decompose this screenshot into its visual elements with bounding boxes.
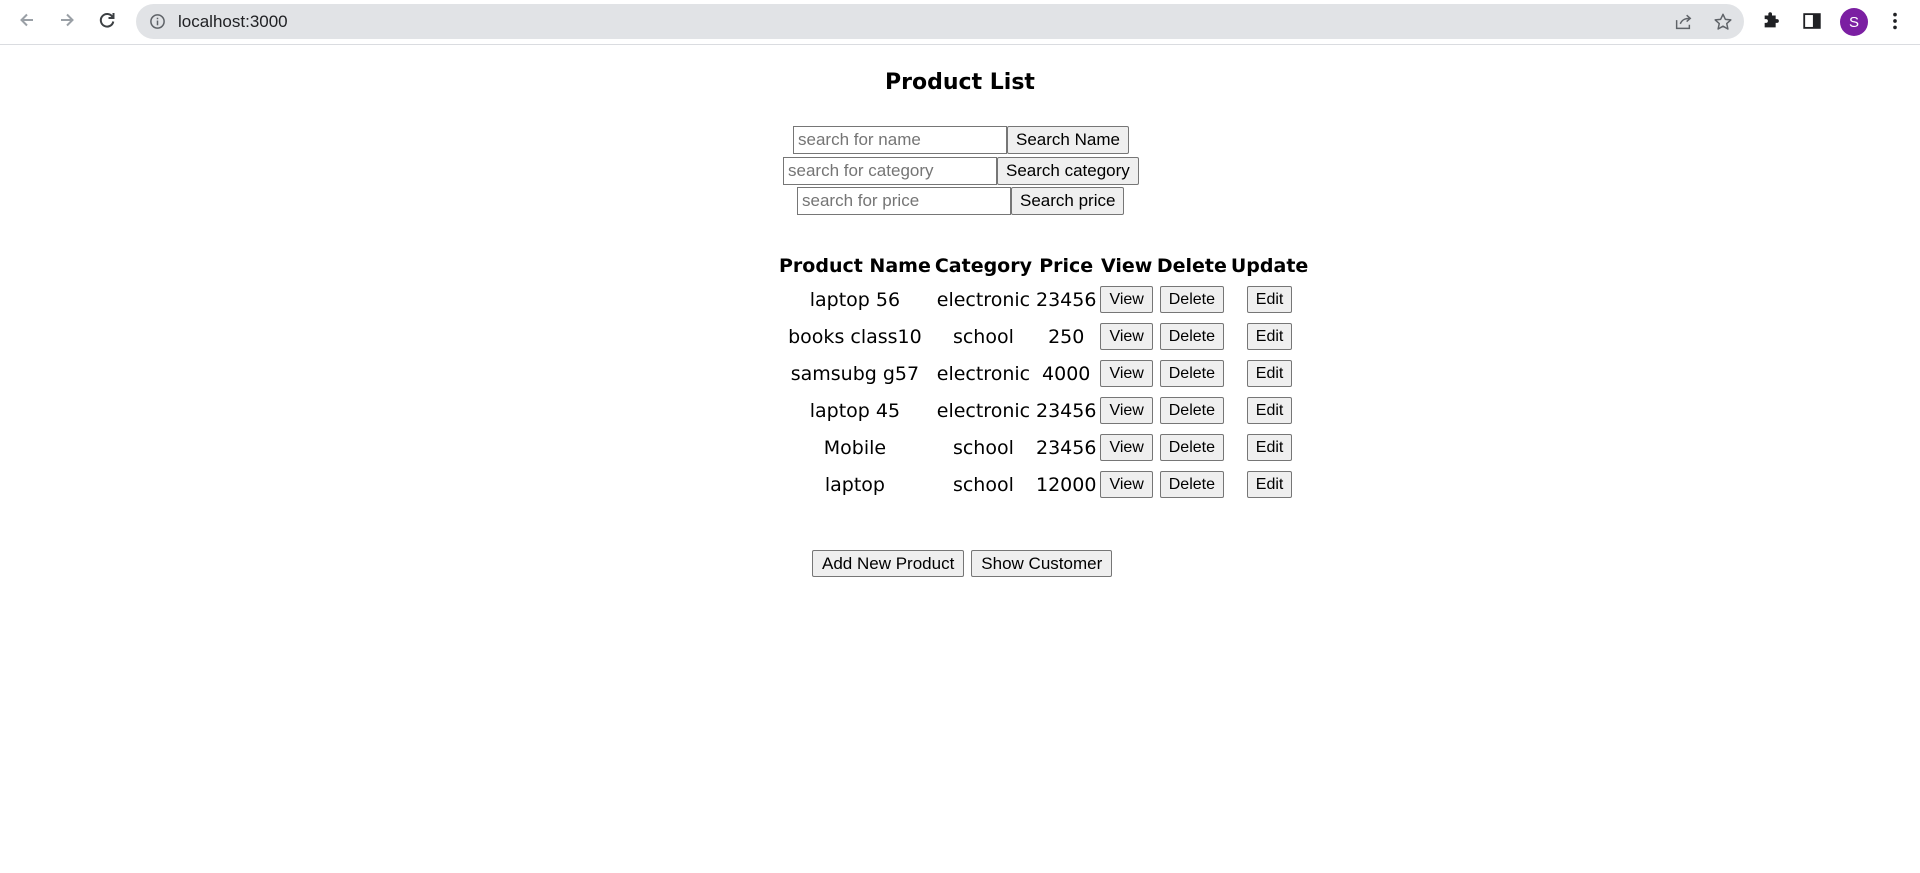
category-cell: electronic — [936, 288, 1031, 311]
view-cell: View — [1099, 319, 1153, 354]
page-title: Product List — [885, 70, 1035, 95]
table-header-row: Product Name Category Price View Delete … — [778, 252, 1309, 280]
search-name-row: Search Name — [793, 126, 1129, 154]
table-row: laptop 45 electronic 23456 View Delete E… — [778, 393, 1309, 428]
product-name-cell: laptop 45 — [809, 399, 901, 422]
column-header-delete: Delete — [1156, 255, 1227, 277]
price-cell: 23456 — [1036, 436, 1097, 459]
delete-cell: Delete — [1156, 319, 1228, 354]
table-row: laptop school 12000 View Delete Edit — [778, 467, 1309, 502]
info-icon[interactable] — [148, 12, 166, 30]
side-panel-icon[interactable] — [1800, 9, 1824, 33]
search-price-button[interactable]: Search price — [1011, 187, 1125, 215]
view-button[interactable]: View — [1100, 397, 1153, 424]
product-name-cell: books class10 — [788, 325, 922, 348]
add-new-product-button[interactable]: Add New Product — [812, 550, 965, 577]
product-name-cell: laptop — [824, 473, 885, 496]
update-cell: Edit — [1230, 319, 1309, 354]
view-cell: View — [1099, 356, 1153, 391]
edit-button[interactable]: Edit — [1246, 360, 1293, 387]
category-cell: school — [952, 325, 1014, 348]
url-text[interactable]: localhost:3000 — [178, 12, 288, 32]
edit-button[interactable]: Edit — [1246, 471, 1293, 498]
view-button[interactable]: View — [1100, 286, 1153, 313]
edit-button[interactable]: Edit — [1246, 286, 1293, 313]
search-category-input[interactable] — [783, 157, 997, 185]
table-row: Mobile school 23456 View Delete Edit — [778, 430, 1309, 465]
edit-button[interactable]: Edit — [1246, 397, 1293, 424]
view-cell: View — [1099, 282, 1153, 317]
delete-button[interactable]: Delete — [1159, 471, 1224, 498]
back-button[interactable] — [12, 7, 42, 37]
avatar-letter: S — [1848, 13, 1859, 31]
delete-button[interactable]: Delete — [1159, 323, 1224, 350]
price-cell: 23456 — [1036, 399, 1097, 422]
price-cell: 12000 — [1036, 473, 1097, 496]
share-icon[interactable] — [1672, 11, 1694, 33]
show-customer-button[interactable]: Show Customer — [971, 550, 1113, 577]
view-cell: View — [1099, 430, 1153, 465]
update-cell: Edit — [1230, 356, 1309, 391]
column-header-product-name: Product Name — [779, 255, 931, 277]
update-cell: Edit — [1230, 282, 1309, 317]
table-row: samsubg g57 electronic 4000 View Delete … — [778, 356, 1309, 391]
delete-cell: Delete — [1156, 282, 1228, 317]
search-name-button[interactable]: Search Name — [1007, 126, 1129, 154]
star-icon[interactable] — [1712, 11, 1734, 33]
arrow-right-icon — [57, 10, 77, 34]
view-button[interactable]: View — [1100, 471, 1153, 498]
product-table: Product Name Category Price View Delete … — [776, 250, 1311, 504]
delete-cell: Delete — [1156, 393, 1228, 428]
search-price-input[interactable] — [797, 187, 1011, 215]
edit-button[interactable]: Edit — [1246, 434, 1293, 461]
search-name-input[interactable] — [793, 126, 1007, 154]
column-header-update: Update — [1230, 255, 1309, 277]
search-category-row: Search category — [783, 157, 1139, 185]
price-cell: 250 — [1048, 325, 1085, 348]
kebab-menu-icon[interactable] — [1883, 9, 1907, 33]
table-row: books class10 school 250 View Delete Edi… — [778, 319, 1309, 354]
price-cell: 4000 — [1042, 362, 1091, 385]
category-cell: school — [952, 473, 1014, 496]
delete-cell: Delete — [1156, 356, 1228, 391]
delete-cell: Delete — [1156, 467, 1228, 502]
update-cell: Edit — [1230, 467, 1309, 502]
update-cell: Edit — [1230, 393, 1309, 428]
view-button[interactable]: View — [1100, 323, 1153, 350]
browser-toolbar: localhost:3000 S — [0, 0, 1920, 45]
price-cell: 23456 — [1036, 288, 1097, 311]
delete-button[interactable]: Delete — [1159, 397, 1224, 424]
page-actions: Add New Product Show Customer — [812, 550, 1113, 577]
product-name-cell: samsubg g57 — [790, 362, 920, 385]
delete-button[interactable]: Delete — [1159, 360, 1224, 387]
column-header-view: View — [1100, 255, 1153, 277]
reload-icon — [97, 10, 117, 34]
category-cell: electronic — [936, 362, 1031, 385]
product-name-cell: Mobile — [823, 436, 887, 459]
delete-button[interactable]: Delete — [1159, 434, 1224, 461]
search-category-button[interactable]: Search category — [997, 157, 1139, 185]
reload-button[interactable] — [92, 7, 122, 37]
table-row: laptop 56 electronic 23456 View Delete E… — [778, 282, 1309, 317]
category-cell: school — [952, 436, 1014, 459]
arrow-left-icon — [17, 10, 37, 34]
edit-button[interactable]: Edit — [1246, 323, 1293, 350]
delete-cell: Delete — [1156, 430, 1228, 465]
search-price-row: Search price — [797, 187, 1125, 215]
avatar[interactable]: S — [1840, 8, 1868, 36]
delete-button[interactable]: Delete — [1159, 286, 1224, 313]
address-bar[interactable]: localhost:3000 — [136, 4, 1744, 39]
puzzle-icon[interactable] — [1760, 9, 1784, 33]
forward-button[interactable] — [52, 7, 82, 37]
product-name-cell: laptop 56 — [809, 288, 901, 311]
view-button[interactable]: View — [1100, 360, 1153, 387]
view-button[interactable]: View — [1100, 434, 1153, 461]
category-cell: electronic — [936, 399, 1031, 422]
view-cell: View — [1099, 467, 1153, 502]
view-cell: View — [1099, 393, 1153, 428]
update-cell: Edit — [1230, 430, 1309, 465]
column-header-price: Price — [1039, 255, 1094, 277]
column-header-category: Category — [934, 255, 1032, 277]
